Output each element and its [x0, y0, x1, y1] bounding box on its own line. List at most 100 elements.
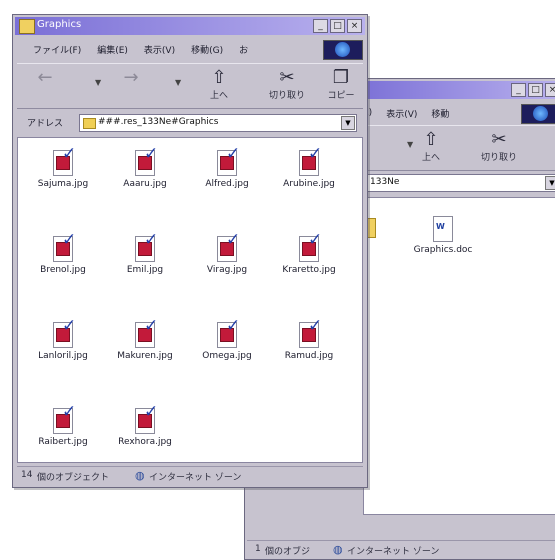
file-name: Aaaru.jpg [123, 179, 167, 189]
back-up-button[interactable]: ⇧ 上へ [413, 129, 449, 164]
folder-icon [83, 118, 96, 129]
forward-arrow-icon: → [123, 67, 139, 88]
file-item[interactable]: ✓ Rexhora.jpg [106, 404, 184, 448]
back-status-zone: インターネット ゾーン [347, 547, 440, 557]
word-document-icon: W [433, 216, 453, 242]
status-bar: 14 個のオブジェクト ◍ インターネット ゾーン [17, 466, 363, 485]
file-item[interactable]: ✓ Ramud.jpg [270, 318, 348, 362]
folder-icon [19, 19, 35, 34]
status-text: 個のオブジェクト [37, 473, 110, 483]
menu-edit[interactable]: 編集(E) [97, 43, 128, 56]
file-name: Kraretto.jpg [282, 265, 336, 275]
file-item[interactable]: ✓ Sajuma.jpg [24, 146, 102, 190]
file-name: Rexhora.jpg [118, 437, 172, 447]
file-item[interactable]: ✓ Alfred.jpg [188, 146, 266, 190]
jpg-image-icon: ✓ [296, 146, 322, 176]
back-arrow-icon: ← [37, 67, 53, 88]
back-maximize-button[interactable]: □ [528, 83, 543, 97]
jpg-image-icon: ✓ [296, 232, 322, 262]
file-item[interactable]: ✓ Brenol.jpg [24, 232, 102, 276]
file-item[interactable]: ✓ Makuren.jpg [106, 318, 184, 362]
file-name: Omega.jpg [202, 351, 252, 361]
status-zone: インターネット ゾーン [149, 473, 242, 483]
file-item[interactable]: ✓ Kraretto.jpg [270, 232, 348, 276]
file-item[interactable]: ✓ Emil.jpg [106, 232, 184, 276]
up-folder-icon: ⇧ [423, 129, 439, 150]
back-file-item[interactable]: W Graphics.doc [404, 212, 482, 255]
jpg-image-icon: ✓ [50, 318, 76, 348]
file-name: Brenol.jpg [40, 265, 86, 275]
toolbar: ← ▼ → ▼ ⇧ 上へ ✂ 切り取り ❐ コピー [17, 63, 363, 109]
file-item[interactable]: ✓ Lanloril.jpg [24, 318, 102, 362]
jpg-image-icon: ✓ [214, 232, 240, 262]
file-item[interactable]: ✓ Arubine.jpg [270, 146, 348, 190]
jpg-image-icon: ✓ [132, 232, 158, 262]
status-count: 14 [21, 470, 33, 480]
address-dropdown[interactable]: ▼ [341, 116, 355, 130]
jpg-image-icon: ✓ [214, 318, 240, 348]
menu-bar: ファイル(F) 編集(E) 表示(V) 移動(G) お [17, 39, 363, 59]
back-nav-button[interactable]: ← [27, 68, 63, 88]
forward-nav-button[interactable]: → [113, 68, 149, 88]
ie-logo-icon [323, 40, 363, 60]
back-menu-go[interactable]: 移動 [431, 107, 449, 120]
scissors-icon: ✂ [491, 129, 507, 150]
address-input[interactable]: ###.res_133Ne#Graphics ▼ [79, 114, 357, 132]
file-item[interactable]: ✓ Raibert.jpg [24, 404, 102, 448]
front-explorer-window: Graphics _ □ × ファイル(F) 編集(E) 表示(V) 移動(G)… [12, 14, 368, 488]
address-label: アドレス [27, 119, 64, 129]
up-button[interactable]: ⇧ 上へ [201, 67, 237, 102]
jpg-image-icon: ✓ [132, 318, 158, 348]
jpg-image-icon: ✓ [132, 404, 158, 434]
forward-dropdown-icon[interactable]: ▼ [175, 78, 181, 87]
file-name: Lanloril.jpg [38, 351, 88, 361]
back-toolbar: ▼ ⇧ 上へ ✂ 切り取り [363, 125, 555, 171]
jpg-image-icon: ✓ [214, 146, 240, 176]
jpg-image-icon: ✓ [50, 146, 76, 176]
back-dropdown-icon[interactable]: ▼ [95, 78, 101, 87]
back-address-dropdown[interactable]: ▼ [545, 176, 555, 190]
file-item[interactable]: ✓ Aaaru.jpg [106, 146, 184, 190]
file-name: Virag.jpg [206, 265, 248, 275]
back-status-bar: 1 個のオブジ ◍ インターネット ゾーン [247, 540, 555, 559]
file-name: Makuren.jpg [117, 351, 173, 361]
copy-icon: ❐ [332, 67, 350, 88]
back-status-text: 個のオブジ [265, 547, 311, 557]
jpg-image-icon: ✓ [132, 146, 158, 176]
menu-go[interactable]: 移動(G) [191, 43, 223, 56]
file-name: Emil.jpg [126, 265, 164, 275]
back-ie-logo-icon [521, 104, 555, 124]
back-menu-view[interactable]: 表示(V) [386, 107, 417, 120]
address-bar: アドレス ###.res_133Ne#Graphics ▼ [17, 111, 363, 133]
back-status-count: 1 [255, 544, 261, 554]
jpg-image-icon: ✓ [50, 404, 76, 434]
window-title: Graphics [37, 19, 82, 30]
menu-favorites[interactable]: お [239, 43, 248, 56]
back-address-input[interactable]: 133Ne ▼ [365, 174, 555, 192]
jpg-image-icon: ✓ [50, 232, 76, 262]
back-title-bar[interactable]: _ □ × [355, 81, 555, 99]
copy-button[interactable]: ❐ コピー [323, 67, 359, 102]
front-title-bar[interactable]: Graphics _ □ × [15, 17, 365, 35]
cut-button[interactable]: ✂ 切り取り [269, 68, 305, 102]
close-button[interactable]: × [347, 19, 362, 33]
up-folder-icon: ⇧ [211, 67, 227, 88]
menu-view[interactable]: 表示(V) [144, 43, 175, 56]
file-pane: ✓ Sajuma.jpg ✓ Aaaru.jpg ✓ Alfred.jpg ✓ Arubine… [17, 137, 363, 463]
back-file-pane: W Graphics.doc [352, 197, 555, 515]
minimize-button[interactable]: _ [313, 19, 328, 33]
file-name: Raibert.jpg [38, 437, 88, 447]
maximize-button[interactable]: □ [330, 19, 345, 33]
jpg-image-icon: ✓ [296, 318, 322, 348]
back-close-button[interactable]: × [545, 83, 555, 97]
file-name: Sajuma.jpg [37, 179, 89, 189]
back-minimize-button[interactable]: _ [511, 83, 526, 97]
file-name: Arubine.jpg [283, 179, 335, 189]
file-item[interactable]: ✓ Omega.jpg [188, 318, 266, 362]
back-cut-button[interactable]: ✂ 切り取り [481, 129, 517, 164]
file-item[interactable]: ✓ Virag.jpg [188, 232, 266, 276]
menu-file[interactable]: ファイル(F) [33, 43, 81, 56]
globe-icon: ◍ [135, 469, 145, 482]
back-address-bar: 133Ne ▼ [363, 171, 555, 193]
file-name: Ramud.jpg [284, 351, 334, 361]
